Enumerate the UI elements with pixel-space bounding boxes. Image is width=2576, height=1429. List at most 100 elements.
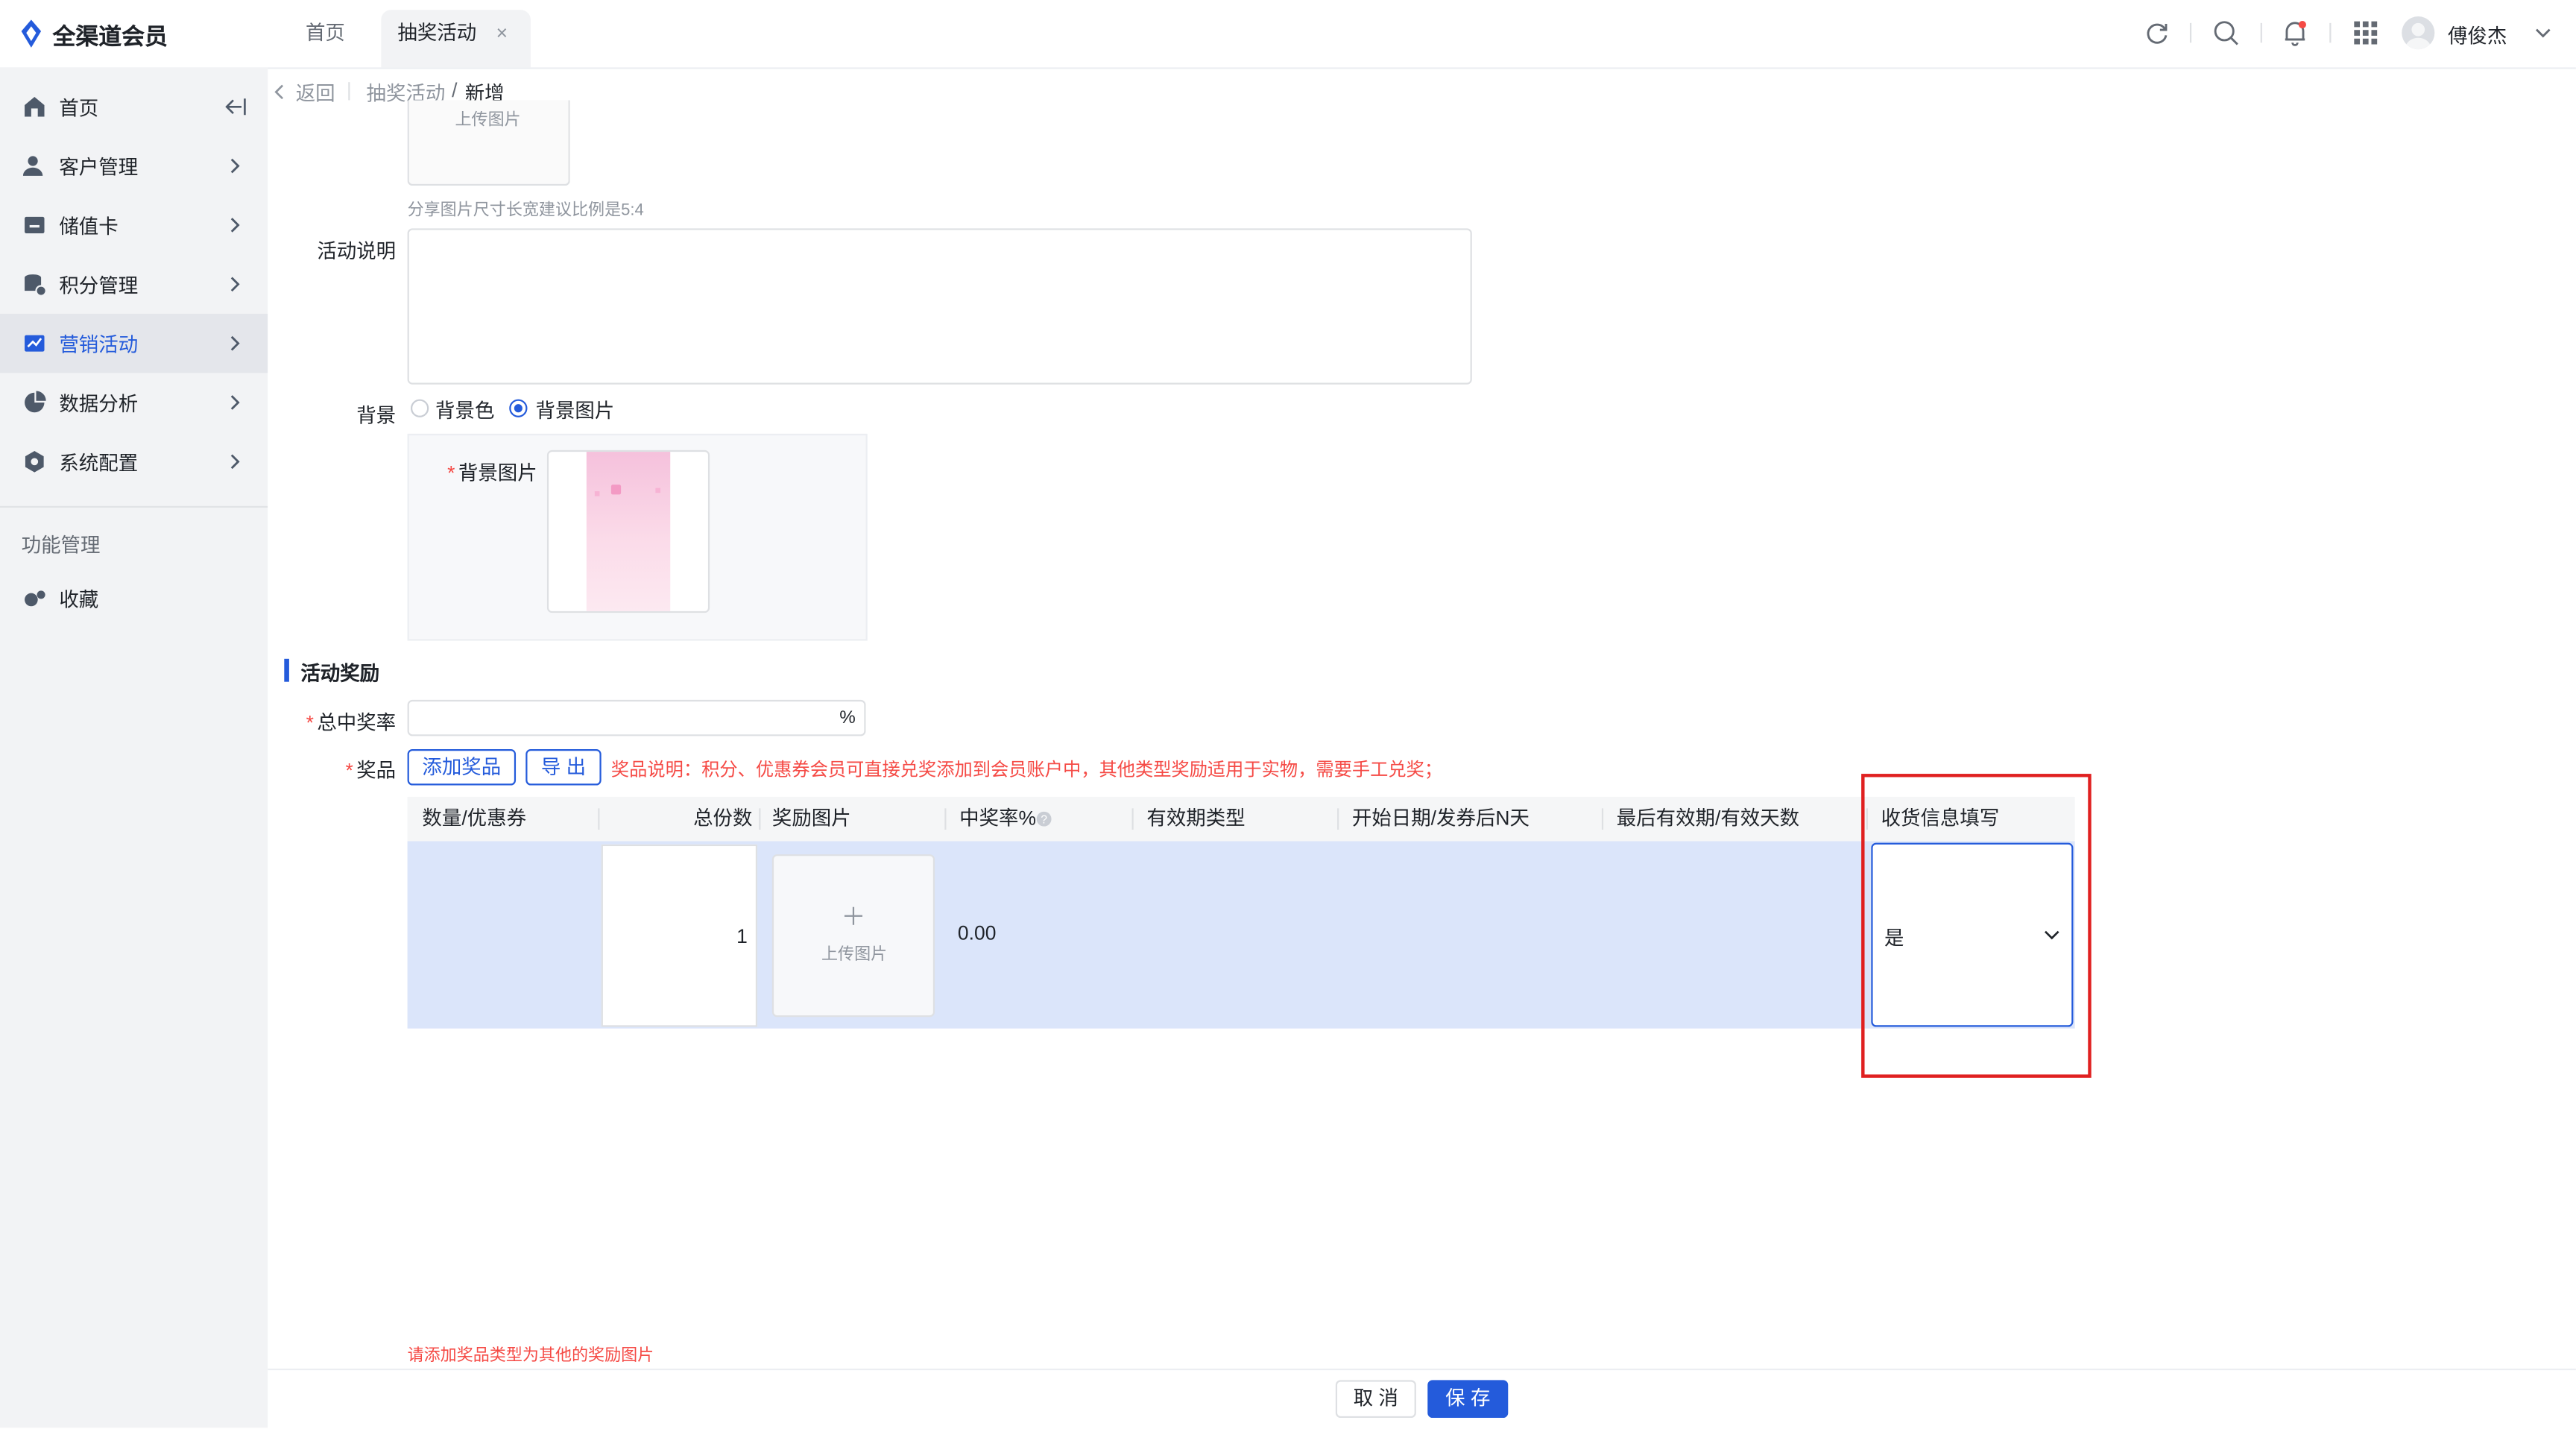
column-header: 数量/优惠券: [422, 807, 527, 830]
settings-icon: [25, 450, 44, 473]
card-icon: [25, 216, 45, 233]
description-textarea[interactable]: [407, 228, 1472, 385]
thumbnail-decoration: [610, 485, 622, 495]
chevron-right-icon: [230, 395, 240, 410]
prize-label: * 奖品: [345, 759, 397, 783]
column-divider: [944, 808, 947, 830]
annotation-highlight-box: [1861, 774, 2092, 1078]
total-rate-label: * 总中奖率: [306, 711, 397, 735]
form-content: 上传图片 分享图片尺寸长宽建议比例是5:4 活动说明 背景 背景色 背景图片 *…: [268, 100, 2576, 1369]
column-header: 总份数: [693, 807, 753, 830]
column-header: 中奖率%: [959, 807, 1037, 830]
bg-image-option-label[interactable]: 背景图片: [536, 396, 615, 423]
bg-color-radio[interactable]: [411, 399, 429, 417]
avatar-icon: [2405, 22, 2431, 50]
sidebar-item-customers[interactable]: 客户管理: [0, 136, 268, 195]
sidebar-item-label: 数据分析: [59, 392, 139, 416]
sidebar-item-marketing[interactable]: 营销活动: [0, 313, 268, 373]
column-header: 有效期类型: [1146, 807, 1246, 830]
breadcrumb-back[interactable]: 返回: [296, 79, 335, 107]
sidebar: 首页 客户管理 储值卡 积分管理 营销活动 数据分析 系统配置 功能管理 收藏: [0, 67, 268, 1428]
column-divider: [598, 808, 600, 830]
percent-unit: %: [839, 707, 856, 728]
sidebar-item-label: 首页: [59, 97, 99, 120]
back-chevron-icon[interactable]: [273, 83, 286, 100]
bg-image-thumbnail: [586, 452, 671, 611]
column-header: 开始日期/发券后N天: [1351, 807, 1530, 830]
sidebar-item-label: 营销活动: [59, 333, 139, 357]
add-prize-button[interactable]: 添加奖品: [407, 749, 517, 786]
total-count-input[interactable]: 1: [601, 844, 758, 1027]
share-image-upload[interactable]: 上传图片: [407, 100, 570, 186]
collapse-sidebar-icon[interactable]: [224, 97, 247, 116]
avatar[interactable]: [2402, 16, 2435, 50]
win-rate-value: 0.00: [957, 921, 997, 945]
refresh-icon[interactable]: [2144, 19, 2170, 45]
sidebar-item-favorites[interactable]: 收藏: [0, 569, 268, 628]
chevron-right-icon: [230, 158, 240, 174]
tab-home[interactable]: 首页: [289, 0, 362, 67]
sidebar-item-data-analysis[interactable]: 数据分析: [0, 373, 268, 432]
thumbnail-decoration: [594, 490, 600, 496]
sidebar-section-title: 功能管理: [21, 534, 101, 558]
sidebar-item-system-config[interactable]: 系统配置: [0, 432, 268, 491]
column-header: 最后有效期/有效天数: [1616, 807, 1800, 830]
bg-image-label: * 背景图片: [447, 461, 537, 485]
reward-section-title: 活动奖励: [300, 662, 380, 686]
sidebar-item-label: 储值卡: [59, 215, 119, 239]
total-rate-input[interactable]: %: [407, 699, 866, 736]
search-icon[interactable]: [2213, 19, 2239, 45]
form-footer: 取 消 保 存: [268, 1368, 2576, 1429]
column-divider: [1601, 808, 1604, 830]
bell-icon[interactable]: [2282, 19, 2308, 46]
header-divider: [2329, 22, 2332, 43]
thumbnail-decoration: [655, 488, 661, 493]
header-divider: [2260, 22, 2262, 43]
export-button[interactable]: 导 出: [525, 749, 602, 786]
chevron-right-icon: [230, 335, 240, 351]
plus-icon: [844, 906, 863, 925]
cancel-button[interactable]: 取 消: [1335, 1380, 1416, 1419]
chevron-right-icon: [230, 218, 240, 233]
column-divider: [1337, 808, 1339, 830]
points-icon: [25, 274, 46, 296]
breadcrumb-separator: /: [452, 78, 458, 102]
share-image-hint: 分享图片尺寸长宽建议比例是5:4: [407, 202, 644, 221]
background-label: 背景: [356, 404, 397, 428]
marketing-icon: [25, 335, 45, 352]
upload-label: 上传图片: [455, 111, 521, 130]
chevron-right-icon: [230, 454, 240, 470]
tab-lottery-activity[interactable]: 抽奖活动 ×: [381, 10, 531, 68]
top-header: 全渠道会员 首页 抽奖活动 × 傅俊杰: [0, 0, 2576, 69]
table-row[interactable]: 1 上传图片 0.00 是: [407, 841, 2075, 1029]
description-label: 活动说明: [317, 239, 397, 263]
chevron-right-icon: [230, 277, 240, 292]
logo-icon: [21, 19, 42, 48]
bg-image-upload[interactable]: [546, 449, 710, 613]
apps-grid-icon[interactable]: [2352, 19, 2378, 45]
tab-close-icon[interactable]: ×: [496, 10, 508, 57]
prize-image-upload[interactable]: 上传图片: [771, 854, 935, 1018]
app-title: 全渠道会员: [52, 22, 168, 50]
help-icon[interactable]: ?: [1036, 811, 1052, 827]
sidebar-item-label: 系统配置: [59, 452, 139, 475]
chevron-down-icon[interactable]: [2534, 23, 2553, 42]
section-accent-bar: [284, 658, 289, 682]
prize-note: 奖品说明：积分、优惠券会员可直接兑奖添加到会员账户中，其他类型奖励适用于实物，需…: [610, 760, 1443, 780]
sidebar-item-label: 收藏: [59, 588, 99, 611]
upload-label: 上传图片: [821, 946, 888, 965]
bg-image-radio[interactable]: [509, 399, 528, 417]
column-header: 奖励图片: [771, 807, 851, 830]
sidebar-item-home[interactable]: 首页: [0, 78, 268, 136]
sidebar-item-points[interactable]: 积分管理: [0, 255, 268, 314]
error-message: 请添加奖品类型为其他的奖励图片: [407, 1347, 654, 1366]
prize-table-header: 数量/优惠券 总份数 奖励图片 中奖率% ? 有效期类型 开始日期/发券后N天 …: [407, 796, 2075, 842]
save-button[interactable]: 保 存: [1427, 1380, 1509, 1419]
bg-color-option-label[interactable]: 背景色: [435, 396, 494, 423]
header-divider: [2189, 22, 2192, 43]
breadcrumb-divider: [348, 82, 350, 101]
tab-label: 抽奖活动: [397, 21, 477, 45]
sidebar-divider: [0, 505, 268, 508]
sidebar-item-stored-value-card[interactable]: 储值卡: [0, 195, 268, 254]
user-name[interactable]: 傅俊杰: [2448, 22, 2507, 49]
